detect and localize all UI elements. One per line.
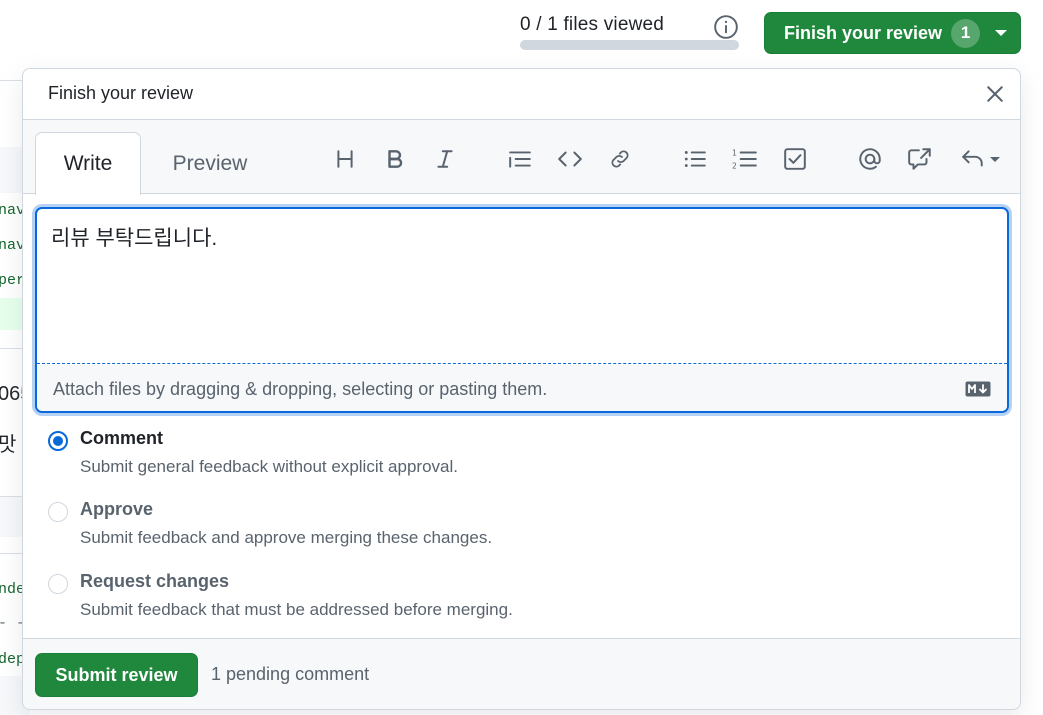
saved-replies-icon[interactable] [955,144,1005,174]
cross-reference-icon[interactable] [905,144,935,174]
option-comment-label: Comment [80,428,164,448]
comment-radio[interactable] [48,431,68,451]
option-approve-label: Approve [80,499,154,519]
review-popover-footer: Submit review 1 pending comment [23,638,1020,709]
markdown-icon[interactable] [965,381,991,397]
mention-icon[interactable] [855,144,885,174]
close-icon[interactable] [984,83,1006,105]
files-viewed-progress [520,40,739,50]
request-changes-radio[interactable] [48,574,68,594]
editor-header: Write Preview 1 2 [23,120,1020,195]
submit-review-button[interactable]: Submit review [35,653,198,697]
comment-editor: 리뷰 부탁드립니다. Attach files by dragging & dr… [35,207,1009,413]
svg-text:2: 2 [732,162,737,171]
bg-text-fragment: 맛 [0,434,17,456]
link-icon[interactable] [605,144,635,174]
pending-count-badge: 1 [951,18,981,48]
svg-text:1: 1 [732,149,737,158]
task-list-icon[interactable] [780,144,810,174]
caret-down-icon [995,30,1008,36]
option-comment-description: Submit general feedback without explicit… [80,457,458,476]
ordered-list-icon[interactable]: 1 2 [730,144,760,174]
option-request-changes-label: Request changes [80,571,230,591]
page: nav nav per 065 맛 nde - - - dep 0 / 1 fi… [0,0,1043,715]
review-popover: Finish your review Write Preview 1 2 리뷰 … [22,68,1021,710]
pending-comment-count: 1 pending comment [211,664,370,684]
bold-icon[interactable] [380,144,410,174]
heading-icon[interactable] [330,144,360,174]
files-viewed: 0 / 1 files viewed [520,14,740,50]
caret-down-icon [989,156,1000,162]
tab-preview[interactable]: Preview [163,132,257,195]
option-approve-description: Submit feedback and approve merging thes… [80,528,493,547]
finish-review-label: Finish your review [784,22,943,43]
tab-write-label: Write [63,152,113,175]
review-popover-header: Finish your review [23,69,1020,120]
finish-review-button[interactable]: Finish your review 1 [764,12,1021,54]
italic-icon[interactable] [430,144,460,174]
attach-files-bar[interactable]: Attach files by dragging & dropping, sel… [37,365,1007,411]
info-icon[interactable] [712,13,740,41]
review-popover-title: Finish your review [48,83,194,103]
unordered-list-icon[interactable] [680,144,710,174]
tab-write[interactable]: Write [35,132,141,195]
option-request-changes-description: Submit feedback that must be addressed b… [80,600,513,619]
quote-icon[interactable] [505,144,535,174]
comment-textarea[interactable]: 리뷰 부탁드립니다. [37,209,1007,364]
code-icon[interactable] [555,144,585,174]
files-viewed-text: 0 / 1 files viewed [520,14,665,35]
approve-radio[interactable] [48,502,68,522]
attach-files-hint: Attach files by dragging & dropping, sel… [53,378,548,399]
tab-preview-label: Preview [172,151,248,175]
